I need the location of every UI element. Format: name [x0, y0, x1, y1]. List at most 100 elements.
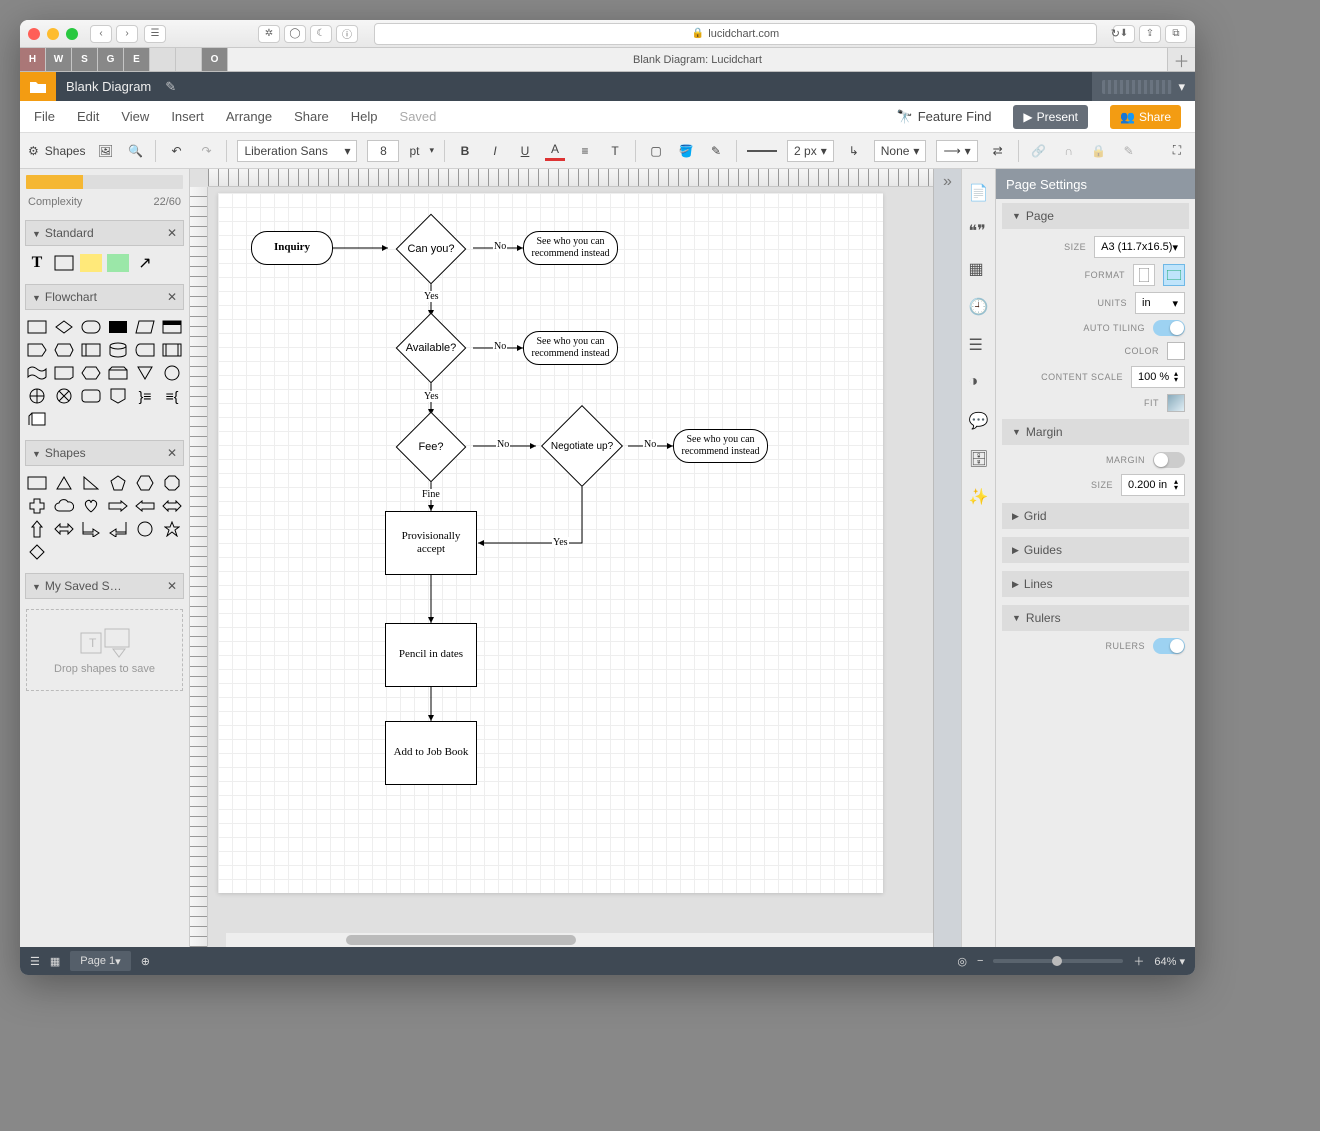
text-tool[interactable]: T [26, 254, 48, 272]
feature-find[interactable]: 🔭 Feature Find [897, 109, 992, 125]
note-yellow[interactable] [80, 254, 102, 272]
line-style[interactable] [747, 150, 777, 152]
shape-arrow-u[interactable] [26, 520, 48, 538]
bold-icon[interactable]: B [455, 141, 475, 161]
section-lines[interactable]: ▶Lines [1002, 571, 1189, 597]
shapes-button[interactable]: ⚙Shapes [28, 144, 85, 158]
node-pencil[interactable]: Pencil in dates [385, 623, 477, 687]
node-recommend-2[interactable]: See who you can recommend instead [523, 331, 618, 365]
font-size-input[interactable]: 8 [367, 140, 399, 162]
fc-shape[interactable] [107, 341, 129, 359]
node-fee[interactable]: Fee? [399, 415, 463, 479]
shape-star[interactable] [161, 520, 183, 538]
fc-shape[interactable] [107, 387, 129, 405]
note-green[interactable] [107, 254, 129, 272]
ext-icon[interactable]: ☾ [310, 25, 332, 43]
section-standard[interactable]: ▼Standard ✕ [25, 220, 184, 246]
shape-rect[interactable] [26, 474, 48, 492]
layers-icon[interactable]: ☰ [969, 335, 989, 355]
shape-triangle[interactable] [53, 474, 75, 492]
fc-shape[interactable] [134, 341, 156, 359]
user-menu[interactable]: ▾ [1092, 72, 1195, 101]
fc-shape[interactable] [107, 318, 129, 336]
favorite-item[interactable]: W [46, 48, 72, 71]
underline-icon[interactable]: U [515, 141, 535, 161]
node-inquiry[interactable]: Inquiry [251, 231, 333, 265]
favorite-item[interactable]: O [202, 48, 228, 71]
section-saved[interactable]: ▼My Saved S… ✕ [25, 573, 184, 599]
target-icon[interactable]: ◎ [957, 955, 967, 968]
ext-icon[interactable]: ◯ [284, 25, 306, 43]
page-size-select[interactable]: A3 (11.7x16.5)▾ [1094, 236, 1185, 258]
fc-shape[interactable] [26, 341, 48, 359]
close-icon[interactable]: ✕ [167, 446, 177, 460]
folder-icon[interactable] [20, 72, 56, 101]
rect-shape[interactable] [53, 254, 75, 272]
sidebar-toggle[interactable]: ☰ [144, 25, 166, 43]
favorite-item[interactable] [150, 48, 176, 71]
fc-shape[interactable] [80, 318, 102, 336]
close-window[interactable] [28, 28, 40, 40]
section-margin[interactable]: ▼Margin [1002, 419, 1189, 445]
shape-hexagon[interactable] [134, 474, 156, 492]
back-button[interactable]: ‹ [90, 25, 112, 43]
history-icon[interactable]: 🕘 [969, 297, 989, 317]
favorite-item[interactable]: S [72, 48, 98, 71]
menu-file[interactable]: File [34, 109, 55, 124]
fill-icon[interactable]: ▢ [646, 141, 666, 161]
shape-cloud[interactable] [53, 497, 75, 515]
shape-cross[interactable] [26, 497, 48, 515]
fc-shape[interactable] [53, 364, 75, 382]
ext-icon[interactable]: ⓘ [336, 25, 358, 43]
shape-arrow-l[interactable] [134, 497, 156, 515]
magnet-icon[interactable]: ∩ [1059, 141, 1079, 161]
node-recommend-1[interactable]: See who you can recommend instead [523, 231, 618, 265]
theme-icon[interactable]: ◑ [969, 373, 989, 393]
shape-rtriangle[interactable] [80, 474, 102, 492]
line-type-icon[interactable]: ↳ [844, 141, 864, 161]
fc-shape[interactable] [161, 318, 183, 336]
fc-shape[interactable] [161, 364, 183, 382]
zoom-slider[interactable] [993, 959, 1123, 963]
fc-shape[interactable] [107, 364, 129, 382]
fc-shape[interactable] [134, 318, 156, 336]
zoom-value[interactable]: 64% ▾ [1154, 955, 1185, 968]
redo-icon[interactable]: ↷ [196, 141, 216, 161]
zoom-out[interactable]: − [977, 955, 983, 967]
fc-shape[interactable] [134, 364, 156, 382]
shape-pentagon[interactable] [107, 474, 129, 492]
fc-shape[interactable] [80, 341, 102, 359]
menu-view[interactable]: View [121, 109, 149, 124]
fc-shape[interactable] [26, 387, 48, 405]
data-icon[interactable]: 🗄 [969, 449, 989, 469]
new-tab-button[interactable]: ＋ [1167, 48, 1195, 71]
right-panel-toggle[interactable]: » [933, 169, 961, 947]
h-scrollbar[interactable] [226, 933, 933, 947]
shape-heart[interactable] [80, 497, 102, 515]
undo-icon[interactable]: ↶ [166, 141, 186, 161]
shape-octagon[interactable] [161, 474, 183, 492]
canvas-viewport[interactable]: Inquiry Can you? See who you can recomme… [208, 187, 933, 947]
line-width-select[interactable]: 2 px▾ [787, 140, 834, 162]
margin-toggle[interactable] [1153, 452, 1185, 468]
close-icon[interactable]: ✕ [167, 290, 177, 304]
fit-button[interactable] [1167, 394, 1185, 412]
grid-icon[interactable]: ▦ [50, 955, 60, 968]
favorite-item[interactable]: G [98, 48, 124, 71]
close-icon[interactable]: ✕ [167, 226, 177, 240]
section-guides[interactable]: ▶Guides [1002, 537, 1189, 563]
zoom-window[interactable] [66, 28, 78, 40]
autotiling-toggle[interactable] [1153, 320, 1185, 336]
search-icon[interactable]: 🔍 [125, 141, 145, 161]
minimize-window[interactable] [47, 28, 59, 40]
wrench-icon[interactable]: ✎ [1119, 141, 1139, 161]
pencil-icon[interactable]: ✎ [165, 79, 176, 95]
text-tool-icon[interactable]: T [605, 141, 625, 161]
list-icon[interactable]: ☰ [30, 955, 40, 968]
shape-arrow-r[interactable] [107, 497, 129, 515]
menu-arrange[interactable]: Arrange [226, 109, 272, 124]
orientation-landscape[interactable] [1163, 264, 1185, 286]
arrow-end-select[interactable]: ⟶▾ [936, 140, 977, 162]
menu-share[interactable]: Share [294, 109, 329, 124]
fc-shape[interactable] [80, 387, 102, 405]
